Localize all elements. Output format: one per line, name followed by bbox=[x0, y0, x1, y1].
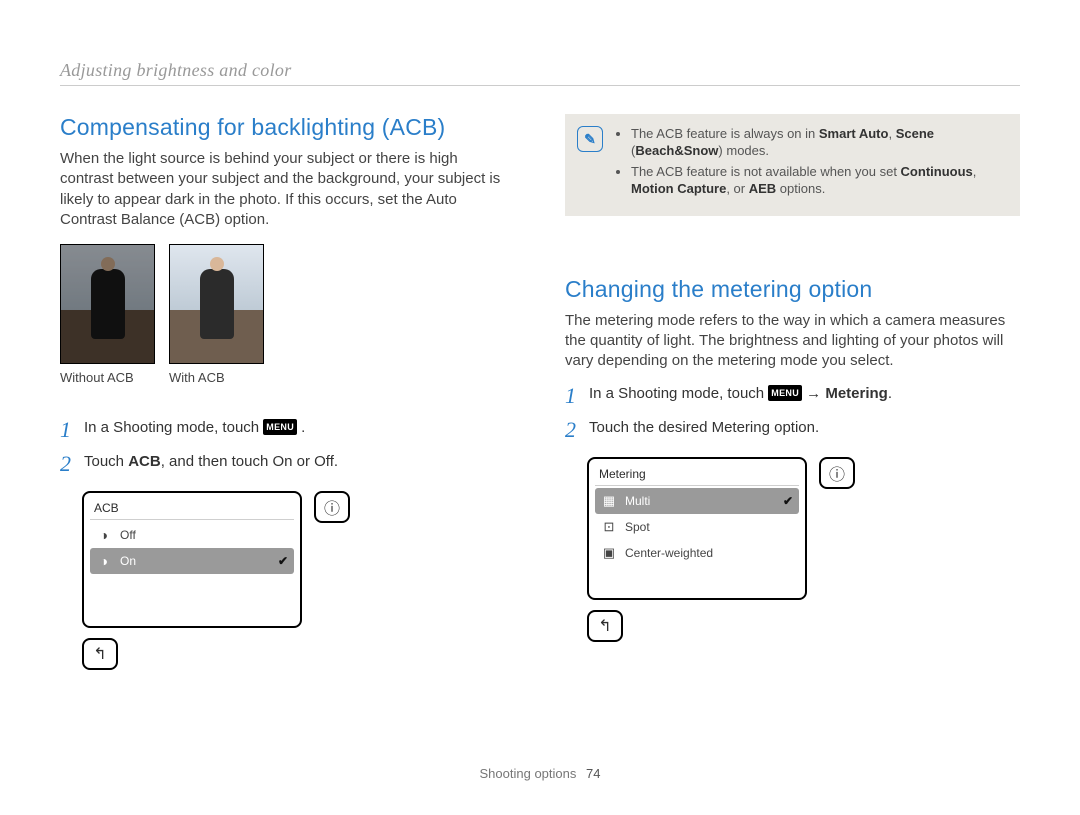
menu-icon: MENU bbox=[263, 419, 297, 435]
acb-body: When the light source is behind your sub… bbox=[60, 149, 515, 230]
photo-without-acb: Without ACB bbox=[60, 244, 155, 385]
footer-label: Shooting options bbox=[480, 766, 577, 781]
step-text: In a Shooting mode, touch MENU . bbox=[84, 419, 305, 436]
acb-panel: ACB Off On ✔ bbox=[82, 491, 302, 628]
info-button[interactable]: ⓘ bbox=[314, 491, 350, 523]
back-icon: ↰ bbox=[598, 616, 611, 636]
note-item: The ACB feature is always on in Smart Au… bbox=[631, 126, 1004, 160]
multi-icon bbox=[601, 494, 617, 508]
right-column: ✎ The ACB feature is always on in Smart … bbox=[565, 114, 1020, 670]
back-icon: ↰ bbox=[93, 644, 106, 664]
acb-step-2: 2 Touch ACB, and then touch On or Off. bbox=[60, 453, 515, 475]
step-text: Touch the desired Metering option. bbox=[589, 419, 819, 436]
acb-panel-area: ACB Off On ✔ ↰ bbox=[60, 491, 515, 670]
acb-off-icon bbox=[96, 528, 112, 542]
page: Adjusting brightness and color Compensat… bbox=[0, 0, 1080, 815]
step-number: 2 bbox=[60, 453, 76, 475]
metering-body: The metering mode refers to the way in w… bbox=[565, 311, 1020, 372]
multi-label: Multi bbox=[625, 494, 650, 508]
info-icon: ⓘ bbox=[324, 495, 340, 519]
photo-with-acb: With ACB bbox=[169, 244, 264, 385]
caption-without: Without ACB bbox=[60, 370, 155, 385]
note-box: ✎ The ACB feature is always on in Smart … bbox=[565, 114, 1020, 216]
center-weighted-icon bbox=[601, 546, 617, 560]
photo-image-light bbox=[169, 244, 264, 364]
step-number: 2 bbox=[565, 419, 581, 441]
divider bbox=[60, 85, 1020, 86]
back-button[interactable]: ↰ bbox=[82, 638, 118, 670]
photo-image-dark bbox=[60, 244, 155, 364]
note-item: The ACB feature is not available when yo… bbox=[631, 164, 1004, 198]
menu-icon: MENU bbox=[768, 385, 802, 401]
metering-center-row[interactable]: Center-weighted bbox=[595, 540, 799, 566]
step-text: Touch ACB, and then touch On or Off. bbox=[84, 453, 338, 470]
note-list: The ACB feature is always on in Smart Au… bbox=[615, 126, 1004, 202]
acb-on-label: On bbox=[120, 554, 136, 568]
acb-off-label: Off bbox=[120, 528, 136, 542]
info-button[interactable]: ⓘ bbox=[819, 457, 855, 489]
page-number: 74 bbox=[586, 766, 600, 781]
caption-with: With ACB bbox=[169, 370, 264, 385]
breadcrumb: Adjusting brightness and color bbox=[60, 60, 1020, 81]
center-label: Center-weighted bbox=[625, 546, 713, 560]
metering-multi-row[interactable]: Multi ✔ bbox=[595, 488, 799, 514]
back-button[interactable]: ↰ bbox=[587, 610, 623, 642]
metering-heading: Changing the metering option bbox=[565, 276, 1020, 303]
metering-spot-row[interactable]: Spot bbox=[595, 514, 799, 540]
metering-panel: Metering Multi ✔ Spot Center-weigh bbox=[587, 457, 807, 600]
spot-label: Spot bbox=[625, 520, 650, 534]
metering-panel-area: Metering Multi ✔ Spot Center-weigh bbox=[565, 457, 1020, 642]
metering-step-2: 2 Touch the desired Metering option. bbox=[565, 419, 1020, 441]
page-footer: Shooting options 74 bbox=[0, 766, 1080, 781]
metering-step-1: 1 In a Shooting mode, touch MENU → Meter… bbox=[565, 385, 1020, 407]
step-number: 1 bbox=[60, 419, 76, 441]
acb-on-row[interactable]: On ✔ bbox=[90, 548, 294, 574]
left-column: Compensating for backlighting (ACB) When… bbox=[60, 114, 515, 670]
step-text: In a Shooting mode, touch MENU → Meterin… bbox=[589, 385, 892, 402]
info-icon: ⓘ bbox=[829, 461, 845, 485]
acb-heading: Compensating for backlighting (ACB) bbox=[60, 114, 515, 141]
note-icon: ✎ bbox=[577, 126, 603, 152]
acb-step-1: 1 In a Shooting mode, touch MENU . bbox=[60, 419, 515, 441]
acb-on-icon bbox=[96, 554, 112, 568]
panel-title: ACB bbox=[90, 499, 294, 520]
spot-icon bbox=[601, 520, 617, 534]
panel-title: Metering bbox=[595, 465, 799, 486]
acb-off-row[interactable]: Off bbox=[90, 522, 294, 548]
example-photos: Without ACB With ACB bbox=[60, 244, 515, 385]
step-number: 1 bbox=[565, 385, 581, 407]
check-icon: ✔ bbox=[783, 494, 793, 508]
two-column-layout: Compensating for backlighting (ACB) When… bbox=[60, 114, 1020, 670]
check-icon: ✔ bbox=[278, 554, 288, 568]
